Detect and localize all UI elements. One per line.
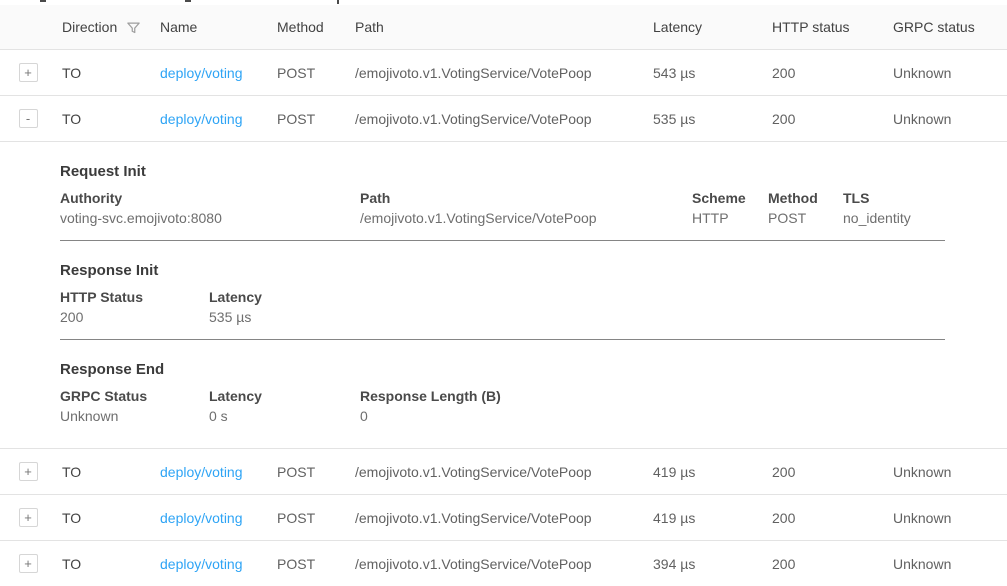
clipped-text-strip xyxy=(0,0,1007,5)
clipped-text-fragment xyxy=(40,0,46,2)
latency-cell: 394 µs xyxy=(647,556,766,572)
request-init-section: Request Init Authority voting-svc.emojiv… xyxy=(60,142,945,241)
field-authority: Authority voting-svc.emojivoto:8080 xyxy=(60,190,360,226)
field-value: HTTP xyxy=(692,210,768,226)
field-value: /emojivoto.v1.VotingService/VotePoop xyxy=(360,210,692,226)
field-label: Authority xyxy=(60,190,360,210)
http-status-cell: 200 xyxy=(766,464,887,480)
section-title: Response End xyxy=(60,340,945,388)
latency-cell: 543 µs xyxy=(647,65,766,81)
column-header-grpc-status: GRPC status xyxy=(887,19,1007,35)
resource-link[interactable]: deploy/voting xyxy=(160,65,243,81)
collapse-row-button[interactable]: - xyxy=(19,109,38,128)
expanded-detail-panel: Request Init Authority voting-svc.emojiv… xyxy=(0,142,1007,449)
direction-cell: TO xyxy=(56,510,154,526)
method-cell: POST xyxy=(271,111,349,127)
path-cell: /emojivoto.v1.VotingService/VotePoop xyxy=(349,65,647,81)
column-header-path: Path xyxy=(349,19,647,35)
column-header-http-status: HTTP status xyxy=(766,19,887,35)
latency-cell: 419 µs xyxy=(647,510,766,526)
direction-cell: TO xyxy=(56,464,154,480)
field-value: voting-svc.emojivoto:8080 xyxy=(60,210,360,226)
tap-table: Direction Name Method Path Latency HTTP … xyxy=(0,5,1007,586)
expand-row-button[interactable]: + xyxy=(19,63,38,82)
field-label: TLS xyxy=(843,190,945,210)
direction-cell: TO xyxy=(56,556,154,572)
response-end-section: Response End GRPC Status Unknown Latency… xyxy=(60,340,945,424)
field-value: 535 µs xyxy=(209,309,945,325)
resource-link[interactable]: deploy/voting xyxy=(160,464,243,480)
grpc-status-cell: Unknown xyxy=(887,111,1007,127)
direction-cell: TO xyxy=(56,65,154,81)
field-grpc-status: GRPC Status Unknown xyxy=(60,388,209,424)
path-cell: /emojivoto.v1.VotingService/VotePoop xyxy=(349,510,647,526)
resource-link[interactable]: deploy/voting xyxy=(160,111,243,127)
method-cell: POST xyxy=(271,65,349,81)
path-cell: /emojivoto.v1.VotingService/VotePoop xyxy=(349,556,647,572)
field-label: Scheme xyxy=(692,190,768,210)
method-cell: POST xyxy=(271,556,349,572)
path-cell: /emojivoto.v1.VotingService/VotePoop xyxy=(349,111,647,127)
expand-row-button[interactable]: + xyxy=(19,554,38,573)
resource-link[interactable]: deploy/voting xyxy=(160,556,243,572)
clipped-text-fragment xyxy=(185,0,191,2)
direction-header-label: Direction xyxy=(62,19,117,35)
grpc-status-cell: Unknown xyxy=(887,510,1007,526)
table-row: + TO deploy/voting POST /emojivoto.v1.Vo… xyxy=(0,541,1007,586)
section-title: Response Init xyxy=(60,241,945,289)
column-header-name: Name xyxy=(154,19,271,35)
path-cell: /emojivoto.v1.VotingService/VotePoop xyxy=(349,464,647,480)
method-cell: POST xyxy=(271,510,349,526)
grpc-status-cell: Unknown xyxy=(887,65,1007,81)
table-row: + TO deploy/voting POST /emojivoto.v1.Vo… xyxy=(0,449,1007,495)
field-latency: Latency 0 s xyxy=(209,388,360,424)
field-value: no_identity xyxy=(843,210,945,226)
resource-link[interactable]: deploy/voting xyxy=(160,510,243,526)
section-title: Request Init xyxy=(60,142,945,190)
latency-cell: 419 µs xyxy=(647,464,766,480)
column-header-latency: Latency xyxy=(647,19,766,35)
response-init-section: Response Init HTTP Status 200 Latency 53… xyxy=(60,241,945,340)
field-label: Latency xyxy=(209,388,360,408)
field-value: 0 s xyxy=(209,408,360,424)
field-label: Method xyxy=(768,190,843,210)
field-latency: Latency 535 µs xyxy=(209,289,945,325)
http-status-cell: 200 xyxy=(766,556,887,572)
field-label: Path xyxy=(360,190,692,210)
column-header-direction: Direction xyxy=(56,19,154,35)
field-tls: TLS no_identity xyxy=(843,190,945,226)
field-label: Response Length (B) xyxy=(360,388,945,408)
field-label: Latency xyxy=(209,289,945,309)
field-label: GRPC Status xyxy=(60,388,209,408)
field-method: Method POST xyxy=(768,190,843,226)
field-scheme: Scheme HTTP xyxy=(692,190,768,226)
field-value: 0 xyxy=(360,408,945,424)
table-row: + TO deploy/voting POST /emojivoto.v1.Vo… xyxy=(0,50,1007,96)
expand-row-button[interactable]: + xyxy=(19,462,38,481)
field-http-status: HTTP Status 200 xyxy=(60,289,209,325)
method-cell: POST xyxy=(271,464,349,480)
direction-cell: TO xyxy=(56,111,154,127)
field-response-length: Response Length (B) 0 xyxy=(360,388,945,424)
http-status-cell: 200 xyxy=(766,111,887,127)
field-value: 200 xyxy=(60,309,209,325)
field-label: HTTP Status xyxy=(60,289,209,309)
clipped-text-fragment xyxy=(337,0,339,4)
field-value: POST xyxy=(768,210,843,226)
http-status-cell: 200 xyxy=(766,510,887,526)
field-path: Path /emojivoto.v1.VotingService/VotePoo… xyxy=(360,190,692,226)
table-row: + TO deploy/voting POST /emojivoto.v1.Vo… xyxy=(0,495,1007,541)
grpc-status-cell: Unknown xyxy=(887,556,1007,572)
field-value: Unknown xyxy=(60,408,209,424)
table-row-expanded: - TO deploy/voting POST /emojivoto.v1.Vo… xyxy=(0,96,1007,142)
expand-row-button[interactable]: + xyxy=(19,508,38,527)
http-status-cell: 200 xyxy=(766,65,887,81)
latency-cell: 535 µs xyxy=(647,111,766,127)
filter-icon[interactable] xyxy=(126,20,141,35)
grpc-status-cell: Unknown xyxy=(887,464,1007,480)
table-header-row: Direction Name Method Path Latency HTTP … xyxy=(0,5,1007,50)
column-header-method: Method xyxy=(271,19,349,35)
